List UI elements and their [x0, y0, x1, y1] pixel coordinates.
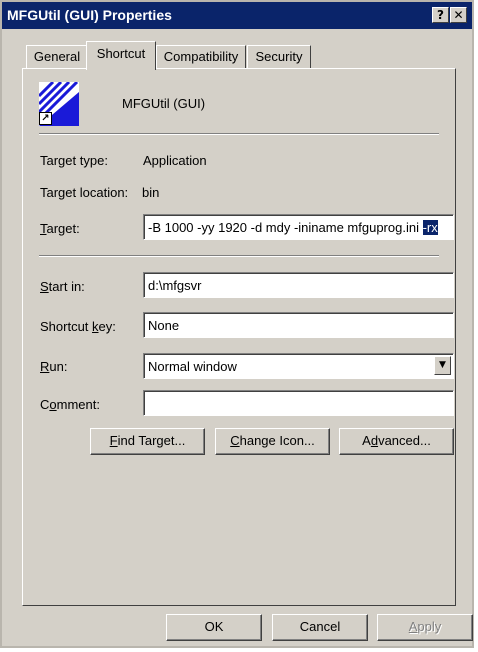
tab-security[interactable]: Security: [247, 45, 311, 68]
start-in-value: d:\mfgsvr: [148, 278, 202, 293]
target-label: Target:: [40, 221, 80, 236]
run-select[interactable]: Normal window ▼: [143, 353, 454, 379]
target-selected-text: -rx: [422, 220, 438, 235]
tab-general[interactable]: General: [26, 45, 88, 68]
start-in-label: Start in:: [40, 279, 85, 294]
apply-button[interactable]: Apply: [377, 614, 473, 641]
separator: [39, 133, 439, 135]
target-location-value: bin: [142, 185, 160, 200]
target-location-label: Target location:: [40, 185, 129, 200]
shortcut-key-input[interactable]: None: [143, 312, 454, 338]
tab-label: Security: [255, 49, 303, 64]
title-bar[interactable]: MFGUtil (GUI) Properties ? ✕: [2, 2, 472, 29]
shortcut-key-label: Shortcut key:: [40, 319, 116, 334]
properties-dialog: MFGUtil (GUI) Properties ? ✕ General Sho…: [0, 0, 474, 648]
tab-compatibility[interactable]: Compatibility: [156, 45, 246, 68]
close-icon: ✕: [453, 8, 464, 22]
run-label: Run:: [40, 359, 68, 374]
close-button[interactable]: ✕: [450, 7, 467, 23]
help-icon: ?: [437, 8, 444, 22]
target-type-value: Application: [143, 153, 207, 168]
shortcut-name: MFGUtil (GUI): [122, 96, 206, 111]
app-shortcut-icon: ↗: [37, 80, 79, 126]
shortcut-overlay-icon: ↗: [39, 112, 52, 125]
help-button[interactable]: ?: [432, 7, 449, 23]
cancel-button[interactable]: Cancel: [272, 614, 368, 641]
tab-shortcut[interactable]: Shortcut: [86, 41, 156, 70]
separator: [39, 255, 439, 257]
target-value: -B 1000 -yy 1920 -d mdy -ininame mfgupro…: [148, 220, 423, 235]
target-input[interactable]: -B 1000 -yy 1920 -d mdy -ininame mfgupro…: [143, 214, 454, 240]
tab-label: Shortcut: [96, 46, 146, 61]
change-icon-button[interactable]: Change Icon...: [215, 428, 330, 455]
shortcut-key-value: None: [148, 318, 180, 333]
tab-label: Compatibility: [163, 49, 239, 64]
dropdown-arrow-icon[interactable]: ▼: [434, 356, 451, 375]
find-target-button[interactable]: Find Target...: [90, 428, 205, 455]
comment-input[interactable]: [143, 390, 454, 416]
tab-label: General: [33, 49, 81, 64]
advanced-button[interactable]: Advanced...: [339, 428, 454, 455]
comment-label: Comment:: [40, 397, 100, 412]
target-type-label: Target type:: [40, 153, 108, 168]
shortcut-tab-panel: ↗ MFGUtil (GUI) Target type: Application…: [22, 68, 456, 606]
window-title: MFGUtil (GUI) Properties: [7, 7, 172, 23]
ok-button[interactable]: OK: [166, 614, 262, 641]
start-in-input[interactable]: d:\mfgsvr: [143, 272, 454, 298]
run-value: Normal window: [148, 359, 237, 374]
